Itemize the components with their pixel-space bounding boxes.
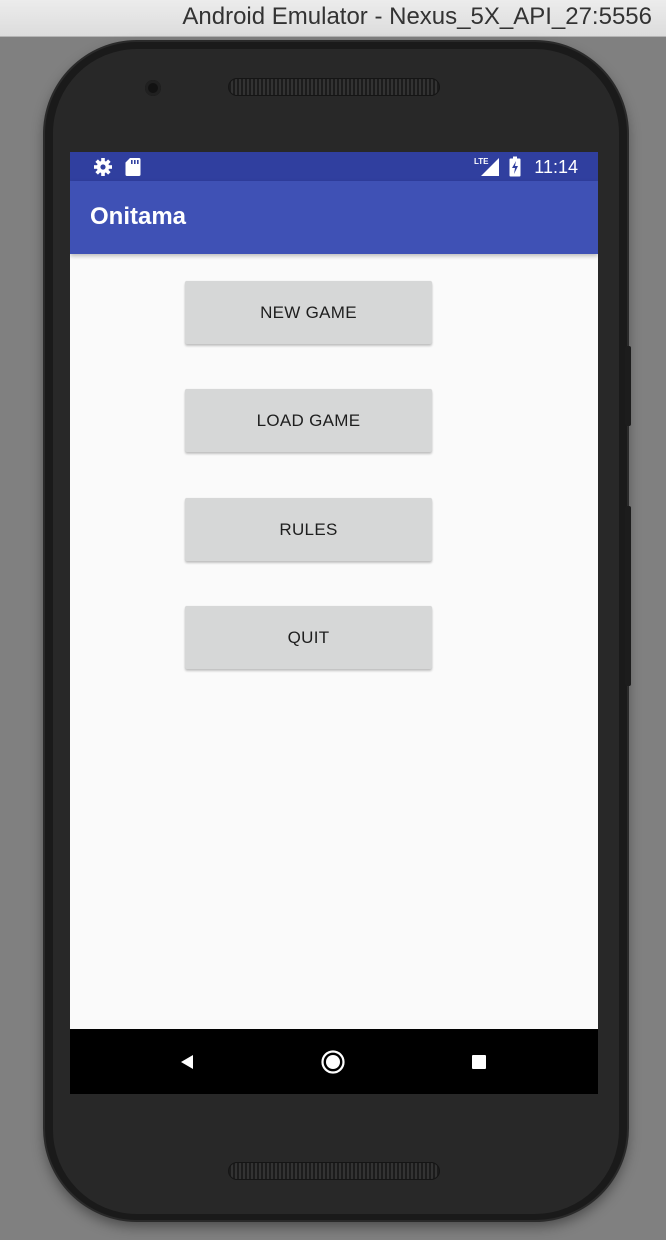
volume-button[interactable] bbox=[625, 506, 631, 686]
window-title: Android Emulator - Nexus_5X_API_27:5556 bbox=[182, 3, 652, 30]
network-label: LTE bbox=[474, 157, 489, 166]
bottom-speaker bbox=[228, 1162, 440, 1180]
device-screen: LTE 11:14 Onitama NEW GAME LOAD GAME RUL… bbox=[70, 152, 598, 1094]
recents-icon[interactable] bbox=[464, 1047, 494, 1077]
navigation-bar bbox=[70, 1029, 598, 1094]
front-camera bbox=[145, 80, 161, 96]
load-game-button[interactable]: LOAD GAME bbox=[185, 389, 432, 452]
app-title: Onitama bbox=[90, 203, 187, 230]
status-time: 11:14 bbox=[534, 157, 578, 177]
settings-icon bbox=[92, 156, 114, 177]
home-icon[interactable] bbox=[318, 1047, 348, 1077]
status-bar: LTE 11:14 bbox=[70, 152, 598, 181]
rules-button[interactable]: RULES bbox=[185, 498, 432, 561]
emulator-title-bar: Android Emulator - Nexus_5X_API_27:5556 bbox=[0, 0, 666, 37]
top-speaker bbox=[228, 78, 440, 96]
quit-button[interactable]: QUIT bbox=[185, 606, 432, 669]
app-bar: Onitama bbox=[70, 181, 598, 254]
sd-card-icon bbox=[124, 156, 142, 177]
new-game-button[interactable]: NEW GAME bbox=[185, 281, 432, 344]
power-button[interactable] bbox=[625, 346, 631, 426]
back-icon[interactable] bbox=[172, 1047, 202, 1077]
lte-signal-icon: LTE bbox=[474, 156, 500, 177]
battery-charging-icon bbox=[508, 156, 522, 177]
